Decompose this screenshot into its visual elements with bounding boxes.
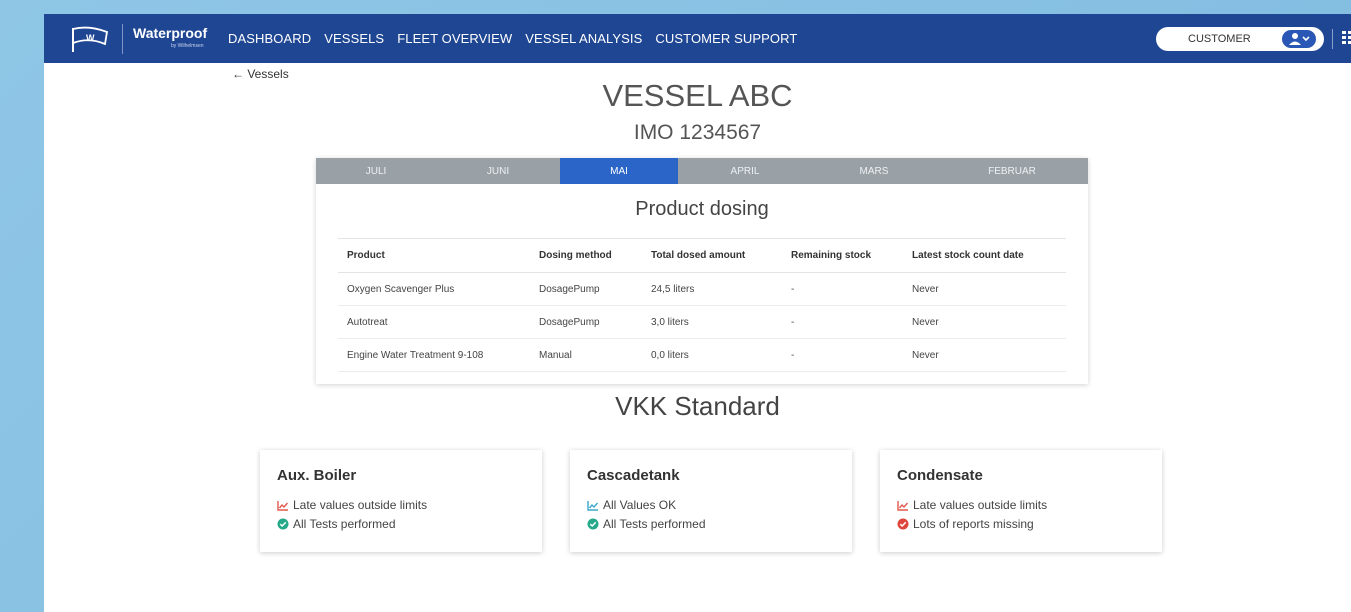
brand-subtitle: by Wilhelmsen [171,43,204,49]
vessel-name: VESSEL ABC [602,78,793,113]
cell-remaining-stock: - [782,272,903,306]
main-nav: DASHBOARD VESSELS FLEET OVERVIEW VESSEL … [228,31,810,46]
flag-logo-icon[interactable]: W [71,26,109,54]
status-card-aux-boiler[interactable]: Aux. Boiler Late values outside limits A… [260,450,542,552]
logo-divider [122,24,123,54]
cell-dosing-method: DosagePump [530,305,642,339]
table-row: Autotreat DosagePump 3,0 liters - Never [338,305,1066,339]
status-values: All Values OK [587,498,676,512]
product-dosing-title: Product dosing [635,198,769,220]
status-tests-text: Lots of reports missing [913,517,1034,531]
status-tests: All Tests performed [277,517,396,531]
cell-total-dosed: 0,0 liters [642,338,782,372]
cell-latest-stock-date: Never [903,272,1066,306]
check-circle-icon [277,518,289,530]
product-dosing-table: Product Dosing method Total dosed amount… [338,238,1066,372]
status-values-text: All Values OK [603,498,677,512]
cell-total-dosed: 3,0 liters [642,305,782,339]
cell-product: Engine Water Treatment 9-108 [338,338,530,372]
brand-name[interactable]: Waterproof [133,25,207,41]
cell-dosing-method: DosagePump [530,272,642,306]
check-circle-icon [587,518,599,530]
nav-dashboard[interactable]: DASHBOARD [228,31,311,46]
vessel-imo: IMO 1234567 [633,121,762,144]
table-row: Oxygen Scavenger Plus DosagePump 24,5 li… [338,272,1066,306]
tab-juli[interactable]: JULI [316,158,436,184]
card-title: Aux. Boiler [277,467,357,484]
tab-mai[interactable]: MAI [560,158,678,184]
tab-april[interactable]: APRIL [678,158,812,184]
col-total-dosed: Total dosed amount [642,238,782,273]
cell-latest-stock-date: Never [903,338,1066,372]
table-header-row: Product Dosing method Total dosed amount… [338,238,1066,273]
status-tests-text: All Tests performed [293,517,396,531]
nav-separator [1332,29,1333,49]
card-title: Cascadetank [587,467,680,484]
col-latest-stock-date: Latest stock count date [903,238,1066,273]
user-icon [1289,33,1310,45]
nav-fleet-overview[interactable]: FLEET OVERVIEW [397,31,512,46]
status-values: Late values outside limits [897,498,1047,512]
status-values: Late values outside limits [277,498,427,512]
card-title: Condensate [897,467,983,484]
top-navbar: W Waterproof by Wilhelmsen DASHBOARD VES… [44,14,1351,63]
status-tests: All Tests performed [587,517,706,531]
svg-text:W: W [86,33,95,43]
table-row: Engine Water Treatment 9-108 Manual 0,0 … [338,338,1066,372]
error-circle-icon [897,518,909,530]
status-values-text: Late values outside limits [293,498,428,512]
tab-februar[interactable]: FEBRUAR [936,158,1088,184]
status-tests-text: All Tests performed [603,517,706,531]
vkk-standard-title: VKK Standard [615,391,780,421]
tab-juni[interactable]: JUNI [436,158,560,184]
status-card-condensate[interactable]: Condensate Late values outside limits Lo… [880,450,1162,552]
apps-grid-icon[interactable] [1342,30,1351,46]
nav-vessels[interactable]: VESSELS [324,31,384,46]
month-tabs: JULI JUNI MAI APRIL MARS FEBRUAR [316,158,1088,184]
user-menu-button[interactable] [1282,30,1316,48]
status-values-text: Late values outside limits [913,498,1048,512]
tab-mars[interactable]: MARS [812,158,936,184]
customer-label: CUSTOMER [1188,33,1251,45]
col-dosing-method: Dosing method [530,238,642,273]
chart-ok-icon [587,500,599,511]
status-card-cascadetank[interactable]: Cascadetank All Values OK All Tests perf… [570,450,852,552]
cell-remaining-stock: - [782,338,903,372]
cell-product: Oxygen Scavenger Plus [338,272,530,306]
nav-vessel-analysis[interactable]: VESSEL ANALYSIS [525,31,642,46]
cell-total-dosed: 24,5 liters [642,272,782,306]
cell-dosing-method: Manual [530,338,642,372]
chart-warning-icon [277,500,289,511]
customer-selector[interactable]: CUSTOMER [1156,27,1324,51]
page: W Waterproof by Wilhelmsen DASHBOARD VES… [44,14,1351,612]
col-product: Product [338,238,530,273]
cell-latest-stock-date: Never [903,305,1066,339]
nav-customer-support[interactable]: CUSTOMER SUPPORT [655,31,797,46]
cell-product: Autotreat [338,305,530,339]
cell-remaining-stock: - [782,305,903,339]
chart-warning-icon [897,500,909,511]
status-tests: Lots of reports missing [897,517,1034,531]
product-dosing-card: JULI JUNI MAI APRIL MARS FEBRUAR Product… [316,158,1088,384]
col-remaining-stock: Remaining stock [782,238,903,273]
